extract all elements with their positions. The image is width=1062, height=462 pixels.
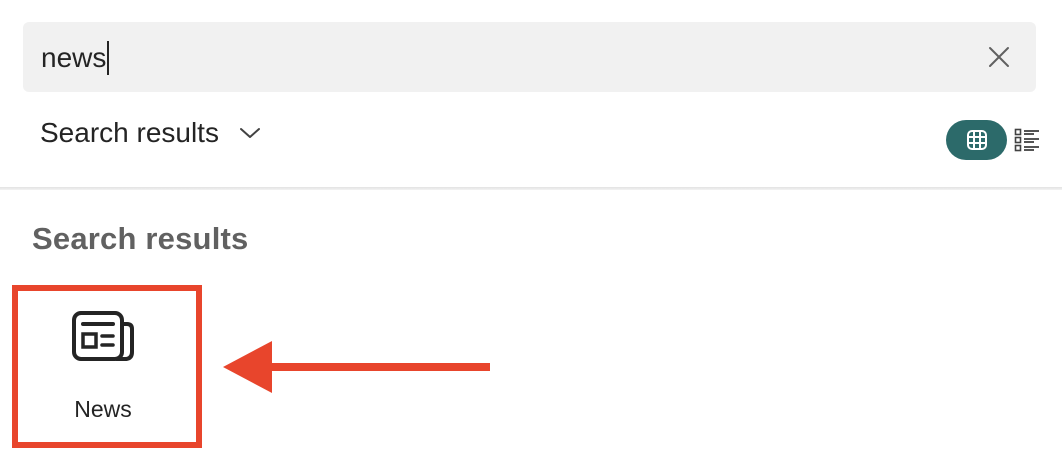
list-view-button[interactable] [1012,126,1042,154]
results-heading: Search results [32,221,249,256]
result-label: News [74,396,132,422]
header-divider [0,187,1062,190]
grid-icon [966,130,987,150]
list-icon [1014,128,1039,152]
newspaper-icon [72,311,134,361]
text-caret [107,40,110,75]
search-header: news Search results [0,0,1062,187]
search-input[interactable]: news [41,22,110,92]
search-scope-label: Search results [40,117,219,148]
close-icon [989,47,1009,67]
search-box[interactable]: news [23,22,1036,92]
annotation-arrow-icon [223,341,490,393]
search-scope-dropdown[interactable]: Search results [40,112,261,154]
chevron-down-icon [239,126,261,140]
search-page: news Search results Search results News [0,0,1062,462]
result-tile-news[interactable]: News [40,296,166,430]
search-query-text: news [41,42,107,73]
clear-search-button[interactable] [984,42,1014,72]
grid-view-button[interactable] [946,120,1007,160]
